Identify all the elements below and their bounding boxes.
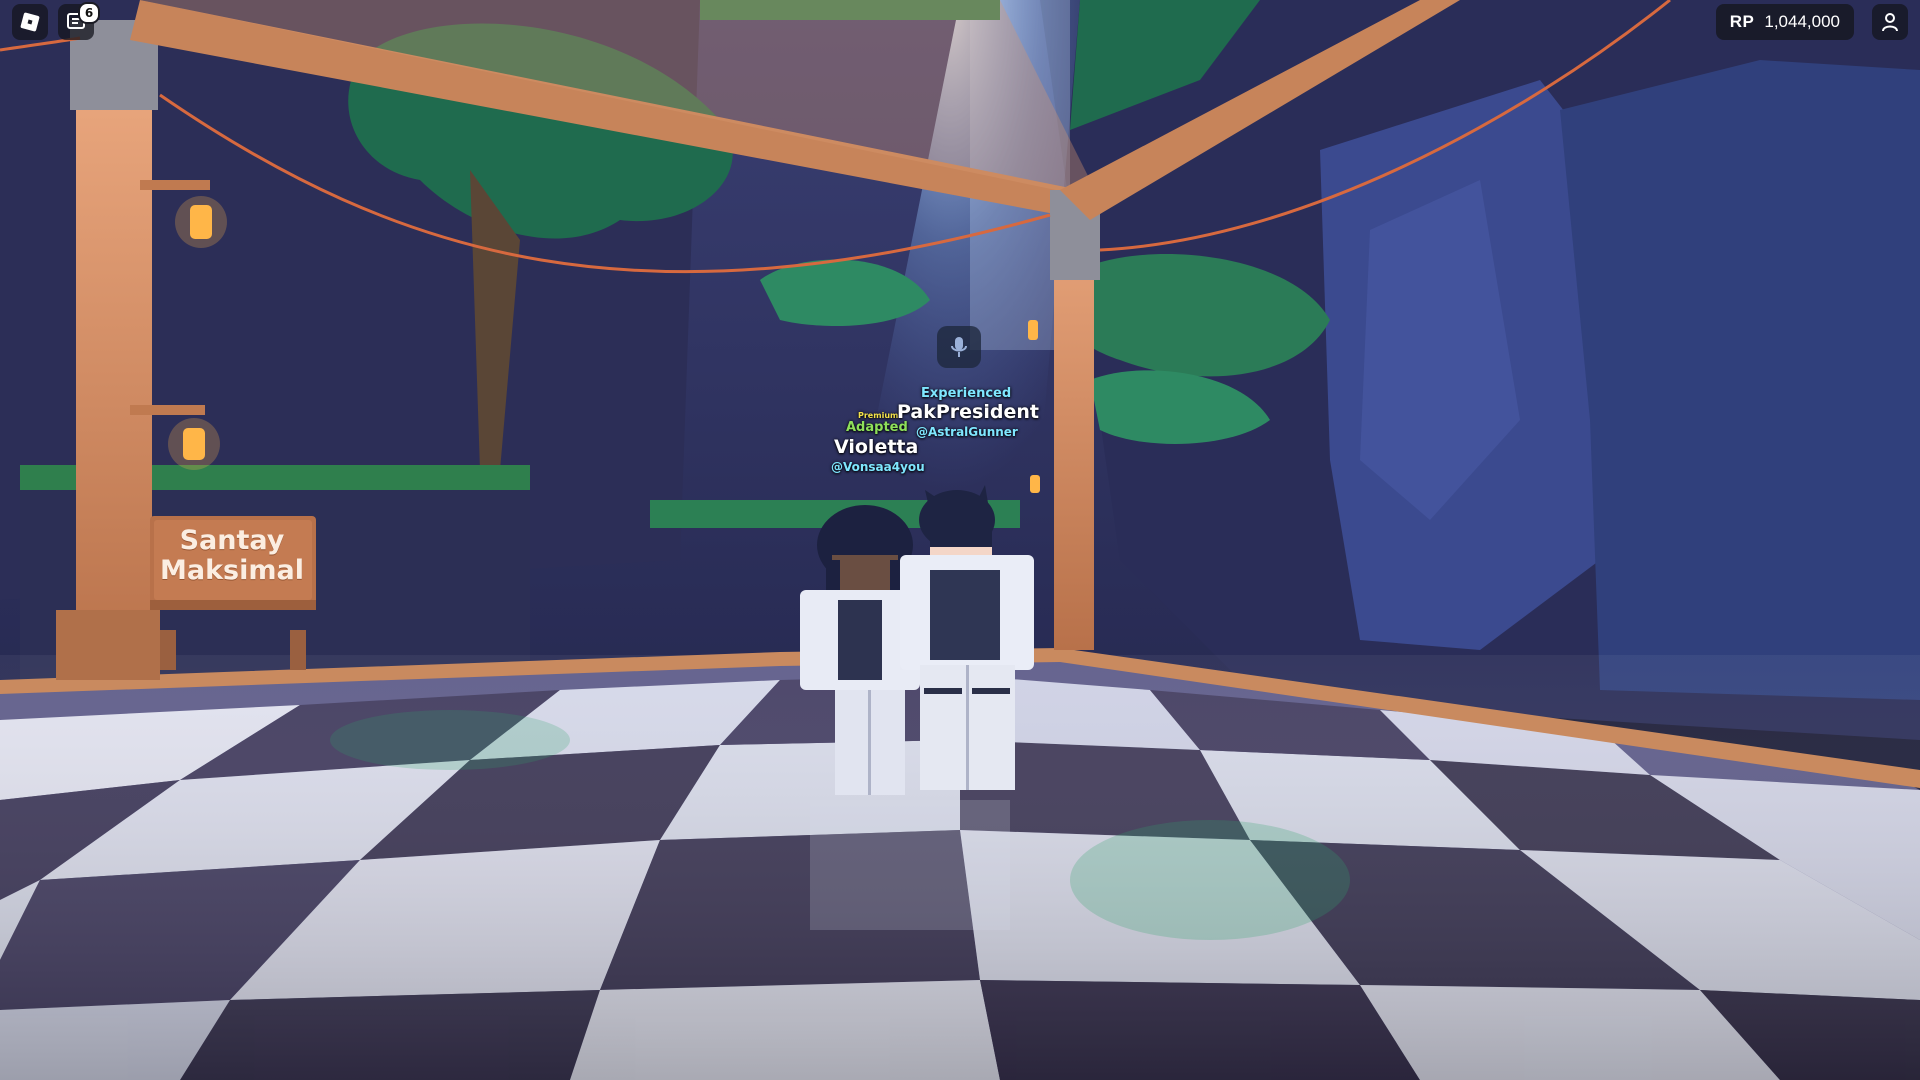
nametag-display-name: Violetta	[834, 436, 919, 458]
sign-line-2: Maksimal	[160, 555, 304, 586]
nametag-title: Experienced	[921, 386, 1012, 401]
currency-display[interactable]: RP 1,044,000	[1715, 4, 1854, 40]
roblox-menu-button[interactable]	[12, 4, 48, 40]
microphone-icon	[951, 337, 967, 357]
profile-button[interactable]	[1872, 4, 1908, 40]
voice-chat-button[interactable]	[937, 326, 981, 368]
chat-unread-badge: 6	[78, 2, 100, 24]
nametag-premium-label: Premium	[858, 411, 899, 420]
nametag-username: @AstralGunner	[916, 425, 1018, 439]
person-icon	[1882, 13, 1898, 32]
nametag-username: @Vonsaa4you	[831, 460, 925, 474]
roblox-logo-icon	[20, 12, 40, 32]
currency-label: RP	[1729, 12, 1755, 31]
currency-value: 1,044,000	[1764, 12, 1840, 31]
santay-maksimal-sign: Santay Maksimal	[152, 526, 312, 586]
chat-button[interactable]: 6	[58, 2, 100, 40]
sign-line-1: Santay	[179, 525, 285, 556]
nametag-display-name: PakPresident	[897, 401, 1039, 423]
